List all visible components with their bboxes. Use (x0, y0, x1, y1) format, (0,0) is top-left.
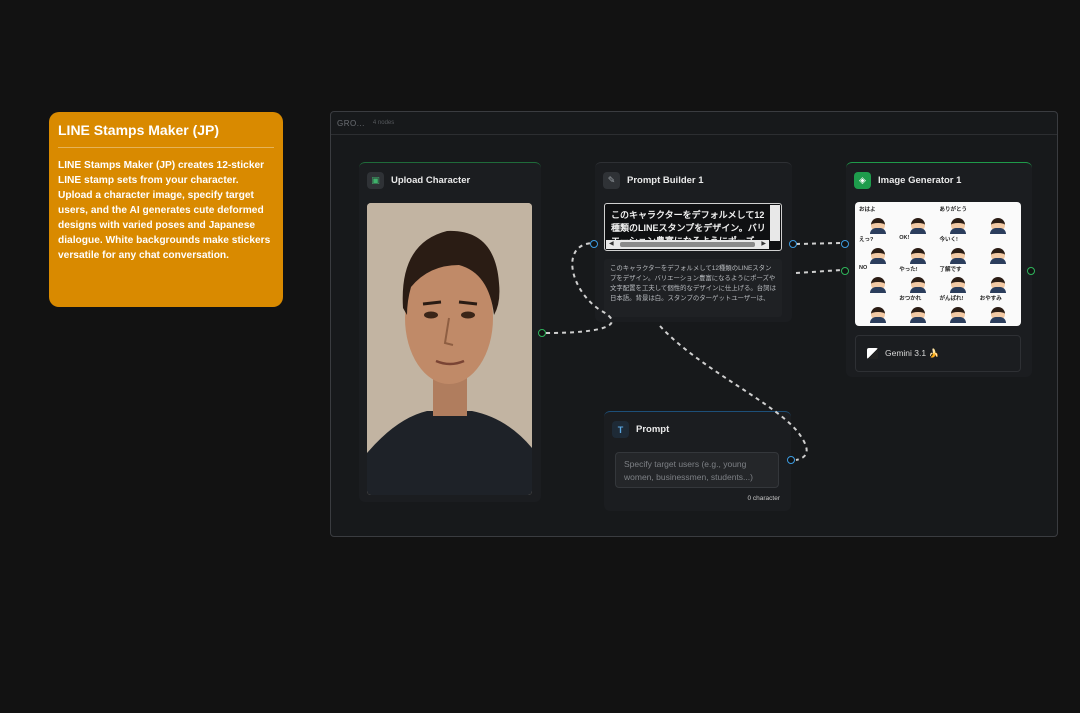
sticker: おやすみ (979, 294, 1018, 323)
text-icon: T (612, 421, 629, 438)
sticker: おはよ (858, 205, 897, 234)
sticker-body (869, 227, 886, 234)
sticker (979, 265, 1018, 294)
sticker: 了解です (939, 265, 978, 294)
sticker-body (950, 227, 967, 234)
prompt-preview: このキャラクターをデフォルメして12種類のLINEスタンプをデザイン。バリエーシ… (604, 259, 782, 317)
sticker-caption: 今いく! (939, 236, 958, 243)
node-title: Image Generator 1 (878, 175, 962, 186)
sticker-body (909, 257, 926, 264)
sticker: ありがとう (939, 205, 978, 234)
vertical-scrollbar[interactable] (770, 205, 780, 241)
builder-input-port[interactable] (590, 240, 598, 248)
generator-input-port-2[interactable] (841, 267, 849, 275)
note-title: LINE Stamps Maker (JP) (58, 122, 274, 148)
prompt-template-editor[interactable]: このキャラクターをデフォルメして12種類のLINEスタンプをデザイン。バリエーシ… (604, 203, 782, 251)
model-selector[interactable]: Gemini 3.1 🍌 (855, 335, 1021, 372)
character-image[interactable] (367, 203, 532, 495)
sticker-caption: 了解です (939, 266, 962, 273)
sticker-caption: おはよ (859, 207, 876, 213)
group-name: GRO... (337, 118, 365, 128)
upload-character-node[interactable]: ▣ Upload Character (359, 162, 541, 502)
gemini-icon (867, 348, 878, 359)
sticker-caption: OK! (899, 234, 910, 241)
prompt-builder-node[interactable]: ✎ Prompt Builder 1 このキャラクターをデフォルメして12種類の… (595, 162, 792, 322)
layers-icon: ◈ (854, 172, 871, 189)
sticker-body (869, 257, 886, 264)
sticker-body (950, 287, 967, 294)
sticker-body (950, 317, 967, 323)
node-title: Prompt (636, 424, 670, 435)
sticker-caption: おやすみ (979, 296, 1002, 303)
sticker-body (909, 317, 926, 323)
note-body: LINE Stamps Maker (JP) creates 12-sticke… (58, 160, 271, 261)
group-header[interactable]: GRO... 4 nodes (331, 112, 1057, 135)
portrait-illustration (367, 203, 532, 495)
sticker-caption: がんばれ! (939, 296, 964, 303)
scroll-left-icon[interactable]: ◀ (609, 238, 614, 250)
sticker: 今いく! (939, 235, 978, 264)
builder-output-port[interactable] (789, 240, 797, 248)
group-node-count: 4 nodes (372, 120, 395, 126)
model-label: Gemini 3.1 🍌 (885, 348, 940, 358)
sticker-caption: やった! (899, 266, 918, 273)
node-title: Upload Character (391, 175, 471, 186)
sticker-body (950, 257, 967, 264)
sticker (898, 205, 937, 234)
sticker-body (869, 317, 886, 323)
workflow-canvas[interactable]: LINE Stamps Maker (JP) LINE Stamps Maker… (0, 0, 1080, 713)
sticker-body (909, 227, 926, 234)
sticker (979, 205, 1018, 234)
scroll-thumb[interactable] (619, 242, 756, 247)
image-upload-icon: ▣ (367, 172, 384, 189)
scroll-right-icon[interactable]: ▶ (761, 238, 766, 250)
image-generator-node[interactable]: ◈ Image Generator 1 おはよ ありがとうえっ? OK! 今いく! NO… (846, 162, 1032, 377)
character-count: 0 character (747, 495, 780, 502)
upload-output-port[interactable] (538, 329, 546, 337)
description-note[interactable]: LINE Stamps Maker (JP) LINE Stamps Maker… (49, 112, 283, 307)
edit-icon: ✎ (603, 172, 620, 189)
generated-sticker-sheet[interactable]: おはよ ありがとうえっ? OK! 今いく! NO やった! 了解ですおつかれ がんばれ! おやす… (855, 202, 1021, 326)
sticker-caption: NO (859, 264, 868, 271)
sticker: がんばれ! (939, 294, 978, 323)
sticker-caption: えっ? (859, 236, 874, 243)
sticker: NO (858, 265, 897, 294)
sticker-body (909, 287, 926, 294)
target-users-input[interactable]: Specify target users (e.g., young women,… (615, 452, 779, 488)
sticker: やった! (898, 265, 937, 294)
sticker (858, 294, 897, 323)
generator-output-port[interactable] (1027, 267, 1035, 275)
sticker (979, 235, 1018, 264)
sticker-caption: おつかれ (899, 296, 922, 303)
generator-input-port[interactable] (841, 240, 849, 248)
sticker: OK! (898, 235, 937, 264)
prompt-node[interactable]: T Prompt Specify target users (e.g., you… (604, 411, 791, 511)
sticker-caption: ありがとう (939, 207, 968, 213)
sticker-body (990, 287, 1007, 294)
sticker: おつかれ (898, 294, 937, 323)
sticker-body (869, 287, 886, 294)
prompt-output-port[interactable] (787, 456, 795, 464)
node-title: Prompt Builder 1 (627, 175, 704, 186)
sticker: えっ? (858, 235, 897, 264)
horizontal-scrollbar[interactable]: ◀ ▶ (606, 240, 769, 249)
sticker-body (990, 317, 1007, 323)
sticker-body (990, 227, 1007, 234)
